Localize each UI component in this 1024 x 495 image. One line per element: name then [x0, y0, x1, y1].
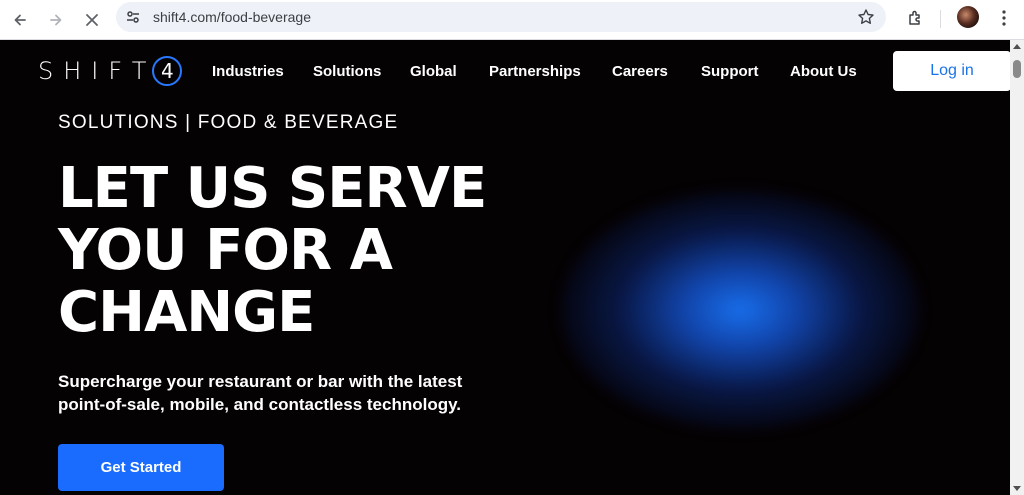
subheading-line-1: Supercharge your restaurant or bar with … — [58, 372, 463, 391]
section-eyebrow: SOLUTIONS | FOOD & BEVERAGE — [58, 112, 399, 133]
shift4-logo[interactable]: SHIFT 4 — [38, 56, 183, 86]
headline-line-1: LET US SERVE — [58, 156, 487, 221]
login-button[interactable]: Log in — [893, 51, 1010, 91]
nav-solutions[interactable]: Solutions — [313, 63, 381, 80]
blue-glow-graphic — [560, 190, 920, 430]
logo-circle-four: 4 — [152, 56, 183, 86]
scroll-up-arrow-icon[interactable] — [1013, 44, 1021, 49]
subheading-line-2: point-of-sale, mobile, and contactless t… — [58, 395, 462, 414]
hero-headline: LET US SERVE YOU FOR A CHANGE — [58, 158, 498, 344]
page-scrollbar[interactable] — [1010, 40, 1024, 495]
forward-button[interactable] — [42, 6, 70, 34]
profile-avatar[interactable] — [957, 6, 979, 28]
nav-support[interactable]: Support — [701, 63, 759, 80]
site-settings-icon[interactable] — [122, 6, 144, 28]
more-menu-icon[interactable] — [994, 6, 1014, 30]
logo-wordmark: SHIFT — [38, 57, 157, 85]
close-icon — [86, 14, 98, 26]
bookmark-star-icon[interactable] — [856, 7, 876, 27]
headline-line-3: CHANGE — [58, 280, 315, 345]
stop-loading-button[interactable] — [78, 6, 106, 34]
nav-partnerships[interactable]: Partnerships — [489, 63, 581, 80]
address-bar[interactable]: shift4.com/food-beverage — [116, 2, 886, 32]
toolbar-divider — [940, 10, 941, 28]
hero-subheading: Supercharge your restaurant or bar with … — [58, 370, 498, 416]
scroll-down-arrow-icon[interactable] — [1013, 486, 1021, 491]
back-button[interactable] — [6, 6, 34, 34]
nav-global[interactable]: Global — [410, 63, 457, 80]
nav-about-us[interactable]: About Us — [790, 63, 857, 80]
nav-careers[interactable]: Careers — [612, 63, 668, 80]
nav-industries[interactable]: Industries — [212, 63, 284, 80]
headline-line-2: YOU FOR A — [58, 218, 393, 283]
forward-arrow-icon — [50, 14, 62, 26]
back-arrow-icon — [14, 14, 26, 26]
get-started-button[interactable]: Get Started — [58, 444, 224, 491]
extensions-puzzle-icon[interactable] — [904, 6, 928, 30]
scroll-thumb[interactable] — [1013, 60, 1021, 78]
page-viewport: SHIFT 4 Industries Solutions Global Part… — [0, 40, 1010, 495]
browser-toolbar: shift4.com/food-beverage — [0, 0, 1024, 40]
url-text[interactable]: shift4.com/food-beverage — [153, 9, 311, 25]
